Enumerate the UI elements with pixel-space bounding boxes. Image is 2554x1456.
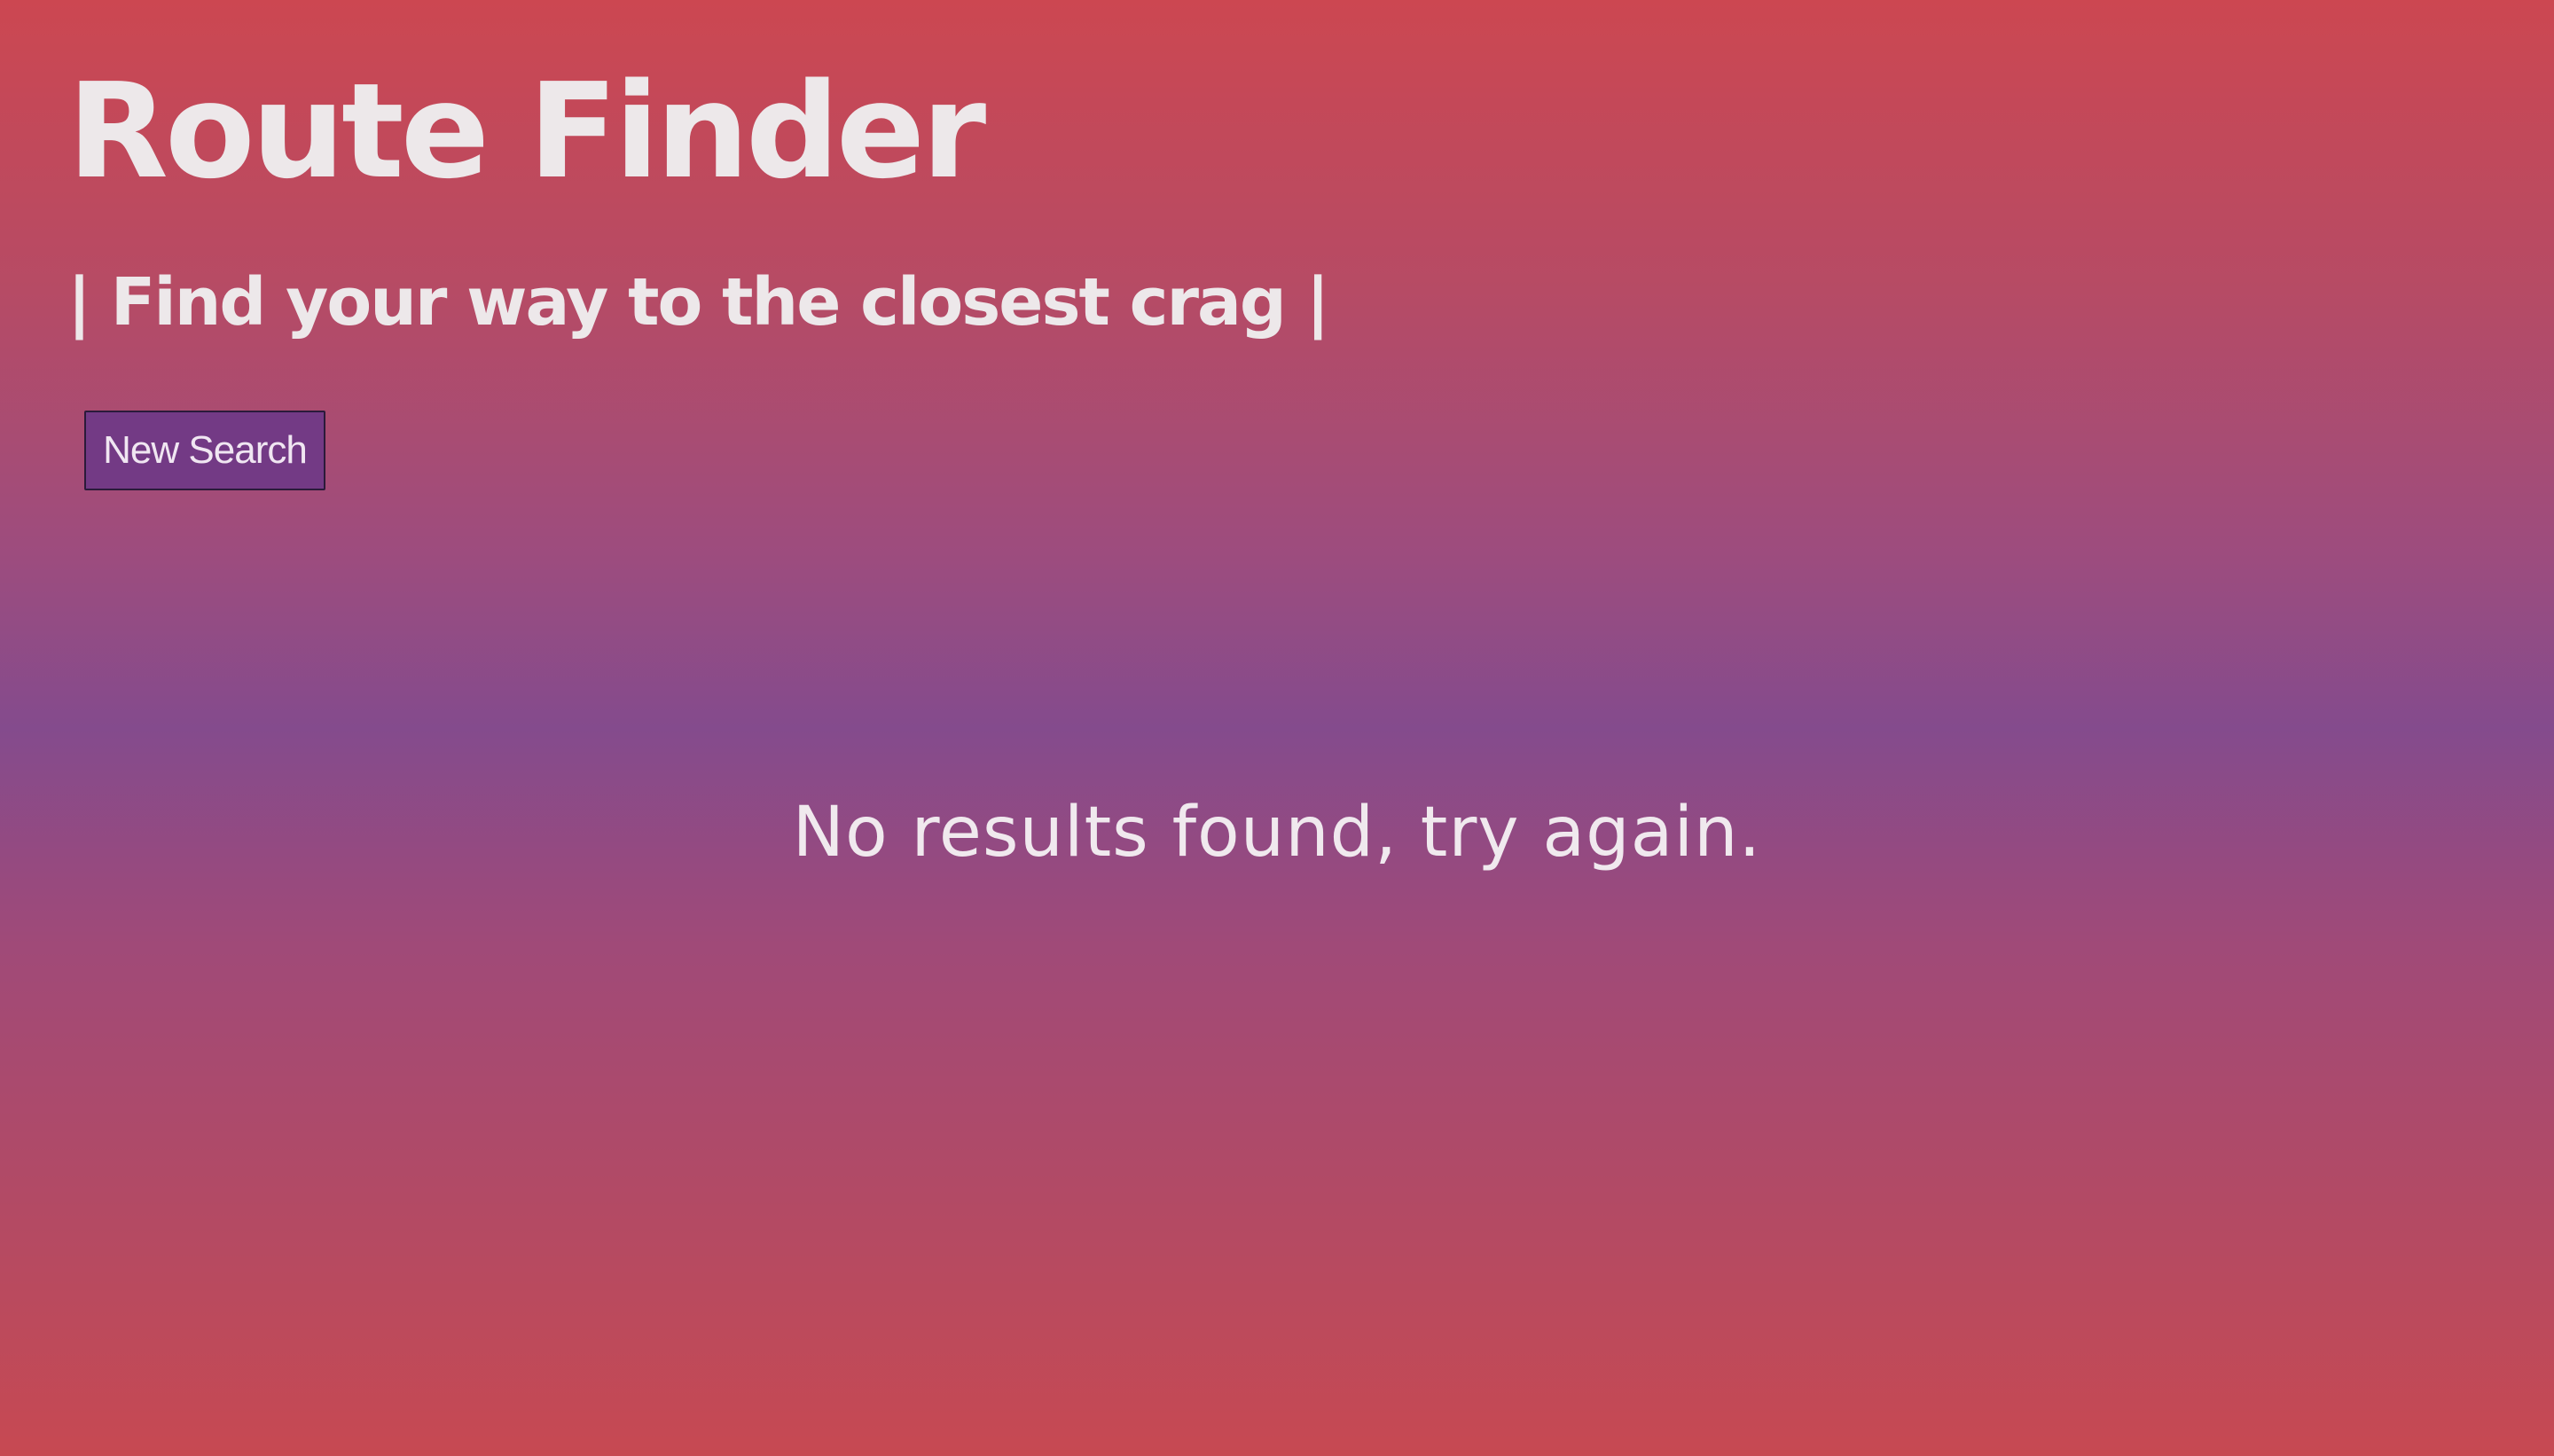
tagline: | Find your way to the closest crag | <box>67 264 1330 341</box>
new-search-button[interactable]: New Search <box>84 411 325 490</box>
no-results-message: No results found, try again. <box>792 793 1762 873</box>
page: { "header": { "title": "Route Finder", "… <box>0 0 2554 1456</box>
app-title: Route Finder <box>67 55 986 207</box>
